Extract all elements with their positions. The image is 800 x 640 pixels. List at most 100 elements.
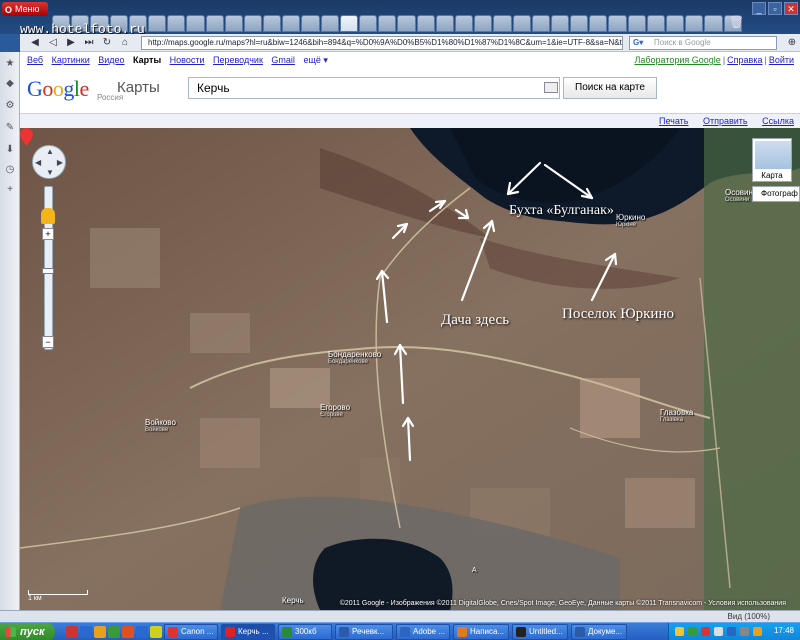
browser-tab[interactable] (378, 15, 397, 32)
taskbar-item-active[interactable]: Керчь ... (221, 624, 275, 640)
zoom-level[interactable]: Вид (100%) (728, 612, 770, 621)
downloads-icon[interactable]: ⬇ (4, 144, 16, 156)
trash-icon[interactable]: 🗑 (729, 15, 744, 29)
link-link[interactable]: Ссылка (762, 116, 794, 126)
quicklaunch-icon[interactable] (108, 626, 120, 638)
browser-tab[interactable] (627, 15, 646, 32)
widgets-icon[interactable]: ◆ (4, 78, 16, 90)
browser-tab[interactable] (570, 15, 589, 32)
pan-left-icon[interactable]: ◀ (35, 158, 41, 167)
browser-tab[interactable] (205, 15, 224, 32)
browser-tab[interactable] (263, 15, 282, 32)
link-labs[interactable]: Лаборатория Google (634, 55, 720, 65)
opera-quicklaunch-icon[interactable] (66, 626, 78, 638)
browser-tab[interactable] (531, 15, 550, 32)
link-signin[interactable]: Войти (769, 55, 794, 65)
unite-icon[interactable]: ⚙ (4, 100, 16, 112)
map-type-button[interactable]: Карта (752, 138, 792, 182)
taskbar-item[interactable]: Речевк... (335, 624, 393, 640)
browser-tab[interactable] (243, 15, 263, 32)
browser-tab[interactable] (704, 15, 723, 32)
zoom-out-button[interactable]: − (42, 336, 54, 348)
browser-tab[interactable] (416, 15, 435, 32)
browser-tab[interactable] (167, 15, 186, 32)
satellite-map[interactable]: Бухта «Булганак» Дача здесь Поселок Юрки… (20, 128, 800, 610)
bookmarks-icon[interactable]: ★ (4, 58, 16, 70)
minimize-icon[interactable]: _ (752, 2, 766, 15)
browser-tab[interactable] (147, 15, 167, 32)
send-link[interactable]: Отправить (703, 116, 748, 126)
taskbar-item[interactable]: Canon ... (164, 624, 218, 640)
quicklaunch-icon[interactable] (94, 626, 106, 638)
back-history-icon[interactable]: ◁ (46, 36, 60, 50)
browser-tab[interactable] (282, 15, 301, 32)
browser-tab[interactable] (512, 15, 531, 32)
pan-up-icon[interactable]: ▲ (46, 147, 54, 156)
address-field[interactable]: http://maps.google.ru/maps?hl=ru&biw=124… (141, 36, 623, 50)
link-images[interactable]: Картинки (52, 55, 90, 65)
browser-tab[interactable] (666, 15, 685, 32)
more-link[interactable]: ещё ▾ (303, 55, 327, 65)
print-link[interactable]: Печать (659, 116, 688, 126)
zoom-in-button[interactable]: + (42, 228, 54, 240)
quicklaunch-icon[interactable] (150, 626, 162, 638)
browser-tab[interactable] (320, 15, 339, 32)
browser-tab[interactable] (474, 15, 493, 32)
browser-tab[interactable] (301, 15, 320, 32)
link-video[interactable]: Видео (98, 55, 124, 65)
browser-tab[interactable] (224, 15, 243, 32)
pan-right-icon[interactable]: ▶ (57, 158, 63, 167)
search-map-button[interactable]: Поиск на карте (563, 77, 657, 99)
restore-icon[interactable]: ▫ (768, 2, 782, 15)
browser-tab-active[interactable] (339, 15, 358, 32)
tray-icon[interactable] (714, 627, 723, 636)
opera-menu-button[interactable]: O Меню (2, 2, 48, 16)
quicklaunch-icon[interactable] (80, 626, 92, 638)
search-engine-icon[interactable]: ⊕ (785, 36, 799, 50)
maps-search-input[interactable]: Керчь (188, 77, 560, 99)
reload-icon[interactable]: ↻ (100, 36, 114, 50)
tray-icon[interactable] (753, 627, 762, 636)
quicklaunch-icon[interactable] (122, 626, 134, 638)
tray-icon[interactable] (701, 627, 710, 636)
link-gmail[interactable]: Gmail (271, 55, 295, 65)
close-icon[interactable]: ✕ (784, 2, 798, 15)
browser-tab[interactable] (685, 15, 704, 32)
home-icon[interactable]: ⌂ (118, 36, 132, 50)
keyboard-icon[interactable] (544, 82, 558, 93)
history-icon[interactable]: ◷ (4, 164, 16, 176)
browser-tab[interactable] (454, 15, 474, 32)
volume-icon[interactable] (740, 627, 749, 636)
link-news[interactable]: Новости (170, 55, 205, 65)
browser-tab[interactable] (359, 15, 378, 32)
pan-control[interactable]: ▲ ▼ ◀ ▶ (32, 145, 66, 179)
tray-icon[interactable] (675, 627, 684, 636)
clock[interactable]: 17:48 (774, 626, 794, 635)
map-copyright[interactable]: ©2011 Google - Изображения ©2011 Digital… (340, 600, 786, 607)
forward-icon[interactable]: ▶ (64, 36, 78, 50)
browser-tab[interactable] (186, 15, 205, 32)
taskbar-item[interactable]: Untitled... (512, 624, 568, 640)
start-button[interactable]: пуск (0, 623, 55, 640)
browser-tab[interactable] (608, 15, 627, 32)
taskbar-item[interactable]: Докуме... (571, 624, 627, 640)
add-panel-icon[interactable]: + (4, 184, 16, 196)
taskbar-item[interactable]: 300кб (278, 624, 332, 640)
link-translate[interactable]: Переводчик (213, 55, 263, 65)
browser-tab[interactable] (397, 15, 416, 32)
browser-tab[interactable] (435, 15, 454, 32)
location-pin-icon[interactable] (20, 128, 33, 146)
tray-icon[interactable] (688, 627, 697, 636)
browser-tab[interactable] (550, 15, 570, 32)
browser-tab[interactable] (589, 15, 608, 32)
tray-icon[interactable] (727, 627, 736, 636)
browser-tab[interactable] (646, 15, 665, 32)
taskbar-item[interactable]: Написа... (453, 624, 509, 640)
browser-tab[interactable] (493, 15, 512, 32)
back-icon[interactable]: ◀ (28, 36, 42, 50)
search-field[interactable]: G▾ Поиск в Google (629, 36, 777, 50)
satellite-type-button[interactable]: Фотограф (752, 186, 800, 202)
zoom-slider-handle[interactable] (42, 268, 54, 274)
fast-forward-icon[interactable]: ⏭ (82, 36, 96, 50)
street-view-pegman-icon[interactable] (41, 208, 55, 224)
